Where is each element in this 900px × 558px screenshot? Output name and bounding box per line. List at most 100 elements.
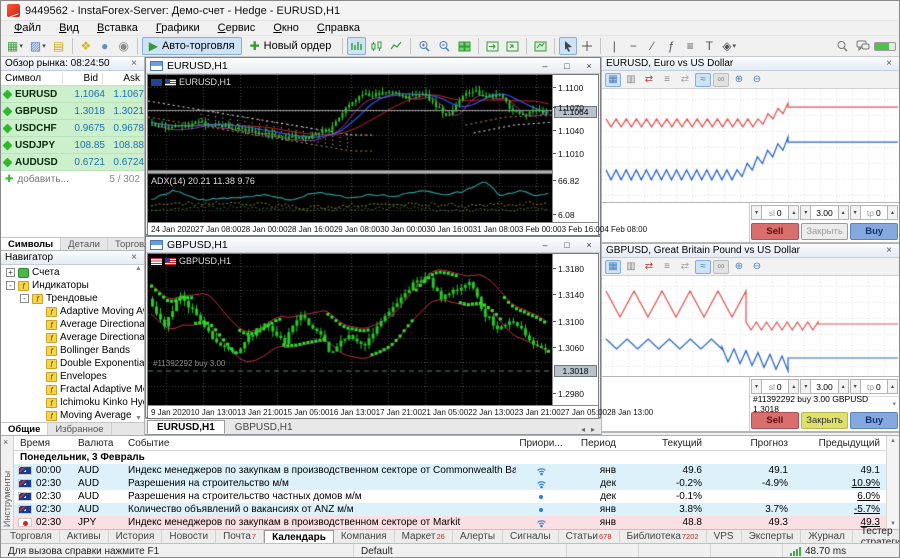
depth-icon[interactable]: ≡ <box>659 73 675 87</box>
tree-item[interactable]: -fТрендовые <box>1 292 144 305</box>
market-watch-row[interactable]: GBPUSD1.30181.3021 <box>1 103 144 120</box>
close-button[interactable]: Закрыть <box>801 223 849 240</box>
refresh-icon[interactable]: ⇄ <box>641 260 657 274</box>
toolbox-tab-14[interactable]: Журнал <box>801 530 853 543</box>
circles-icon[interactable]: ∞ <box>713 260 729 274</box>
volume-stepper[interactable]: ▾3.00▴ <box>800 379 848 394</box>
table-mode-icon[interactable]: ▥ <box>623 73 639 87</box>
tab-scroll-right-icon[interactable]: ▸ <box>591 425 595 434</box>
new-chart-button[interactable]: ▦▾ <box>4 37 26 55</box>
position-row[interactable]: #11392292 buy 3.00 GBPUSD 1.3018▾ <box>750 396 899 411</box>
stepper-up-icon[interactable]: ▴ <box>838 205 849 220</box>
buy-button[interactable]: Buy <box>850 412 898 429</box>
circles-icon[interactable]: ∞ <box>713 73 729 87</box>
trendline-button[interactable]: ∕ <box>643 37 661 55</box>
toolbox-tab-11[interactable]: Библиотека7202 <box>620 530 707 543</box>
table-mode-icon[interactable]: ▥ <box>623 260 639 274</box>
close-icon[interactable]: × <box>582 61 596 71</box>
buy-button[interactable]: Buy <box>850 223 898 240</box>
menu-4[interactable]: Сервис <box>209 22 265 34</box>
auto-scroll-button[interactable] <box>503 37 522 55</box>
close-icon[interactable]: × <box>128 58 140 69</box>
tree-item[interactable]: fFractal Adaptive Mo <box>1 383 144 396</box>
sell-button[interactable]: Sell <box>751 412 799 429</box>
search-button[interactable] <box>833 37 852 55</box>
stepper-down-icon[interactable]: ▾ <box>751 205 762 220</box>
bars-chart-button[interactable] <box>347 37 366 55</box>
tree-item[interactable]: fAverage Directional <box>1 318 144 331</box>
profiles-button[interactable]: ▨▾ <box>27 37 49 55</box>
calendar-column-header[interactable]: Период <box>566 438 622 449</box>
stepper-down-icon[interactable]: ▾ <box>850 379 861 394</box>
zoom-out-icon[interactable]: ⊖ <box>749 73 765 87</box>
zigzag-icon[interactable]: ≈ <box>695 260 711 274</box>
strategy-tester-button[interactable]: Тестер стратегий <box>853 530 900 543</box>
sl-stepper[interactable]: ▾sl0▴ <box>751 379 799 394</box>
zoom-in-button[interactable] <box>415 37 434 55</box>
eurusd-chart[interactable]: EURUSD,H1 ADX(14) 20.21 11.38 9.76 <box>148 75 552 222</box>
calendar-row[interactable]: 00:00AUDИндекс менеджеров по закупкам в … <box>14 464 886 477</box>
signals-button[interactable]: ◉ <box>115 37 133 55</box>
tree-item[interactable]: fEnvelopes <box>1 370 144 383</box>
collapse-icon[interactable]: - <box>20 294 29 303</box>
toolbox-tab-13[interactable]: Эксперты <box>742 530 802 543</box>
navigator-scrollbar[interactable]: ▲▼ <box>134 265 143 422</box>
tree-item[interactable]: +Счета <box>1 266 144 279</box>
eurusd-time-axis[interactable]: 24 Jan 202027 Jan 08:0028 Jan 00:0028 Ja… <box>148 222 598 235</box>
toolbox-tab-9[interactable]: Сигналы <box>503 530 559 543</box>
market-watch-row[interactable]: EURUSD1.10641.1067 <box>1 86 144 103</box>
chat-button[interactable] <box>853 37 873 55</box>
toolbox-tab-2[interactable]: История <box>109 530 163 543</box>
maximize-icon[interactable]: □ <box>560 61 574 71</box>
close-icon[interactable]: × <box>3 437 8 447</box>
cursor-button[interactable] <box>559 37 577 55</box>
menu-0[interactable]: Файл <box>5 22 50 34</box>
objects-button[interactable]: ◈▾ <box>719 37 739 55</box>
toolbox-tab-7[interactable]: Маркет26 <box>395 530 453 543</box>
quotes-button[interactable]: ❖ <box>77 37 95 55</box>
toolbox-tab-6[interactable]: Компания <box>334 530 395 543</box>
toolbox-tab-1[interactable]: Активы <box>60 530 109 543</box>
eurusd-price-scale[interactable]: 6.08 66.82 1.1064 1.11001.10701.10401.10… <box>552 75 598 222</box>
profile-name[interactable]: Default <box>354 544 567 558</box>
calendar-column-header[interactable]: Предыдущий <box>794 438 886 449</box>
refresh-icon[interactable]: ⇄ <box>641 73 657 87</box>
tick-chart-mode-icon[interactable]: ▦ <box>605 73 621 87</box>
collapse-icon[interactable]: - <box>6 281 15 290</box>
close-icon[interactable]: × <box>128 252 140 263</box>
depth-icon[interactable]: ≡ <box>659 260 675 274</box>
transfer-icon[interactable]: ⇄ <box>677 73 693 87</box>
tab-0[interactable]: Символы <box>1 238 61 250</box>
volume-stepper[interactable]: ▾3.00▴ <box>800 205 848 220</box>
templates-button[interactable] <box>531 37 550 55</box>
stepper-value[interactable]: tp0 <box>861 379 887 394</box>
stepper-up-icon[interactable]: ▴ <box>788 205 799 220</box>
text-button[interactable]: T <box>700 37 718 55</box>
tick-chart-mode-icon[interactable]: ▦ <box>605 260 621 274</box>
market-watch-row[interactable]: AUDUSD0.67210.6724 <box>1 154 144 171</box>
market-watch-row[interactable]: USDCHF0.96750.9678 <box>1 120 144 137</box>
tree-item[interactable]: fIchimoku Kinko Hyo <box>1 396 144 409</box>
zoom-out-icon[interactable]: ⊖ <box>749 260 765 274</box>
history-center-button[interactable]: ▤ <box>50 37 68 55</box>
stepper-up-icon[interactable]: ▴ <box>887 379 898 394</box>
stepper-value[interactable]: sl0 <box>762 205 788 220</box>
tree-item[interactable]: fDouble Exponential <box>1 357 144 370</box>
stepper-up-icon[interactable]: ▴ <box>887 205 898 220</box>
tp-stepper[interactable]: ▾tp0▴ <box>850 379 898 394</box>
minimize-icon[interactable]: – <box>538 240 552 250</box>
gbpusd-chart[interactable]: GBPUSD,H1 #11392292 buy 3.00 <box>148 254 552 405</box>
tab-scroll-left-icon[interactable]: ◂ <box>581 425 585 434</box>
calendar-column-header[interactable]: Приори... <box>516 438 566 449</box>
tree-item[interactable]: -fИндикаторы <box>1 279 144 292</box>
menu-5[interactable]: Окно <box>264 22 308 34</box>
stepper-value[interactable]: 3.00 <box>811 205 837 220</box>
gbpusd-price-scale[interactable]: 1.3018 1.31801.31401.31001.30601.2980 <box>552 254 598 405</box>
tab-0[interactable]: Общие <box>1 423 48 435</box>
add-symbol-button[interactable]: добавить... <box>17 174 68 185</box>
toolbox-tab-3[interactable]: Новости <box>162 530 216 543</box>
stepper-down-icon[interactable]: ▾ <box>800 379 811 394</box>
calendar-row[interactable]: 02:30AUDРазрешения на строительство част… <box>14 490 886 503</box>
stepper-up-icon[interactable]: ▴ <box>838 379 849 394</box>
tree-item[interactable]: fAdaptive Moving Av <box>1 305 144 318</box>
